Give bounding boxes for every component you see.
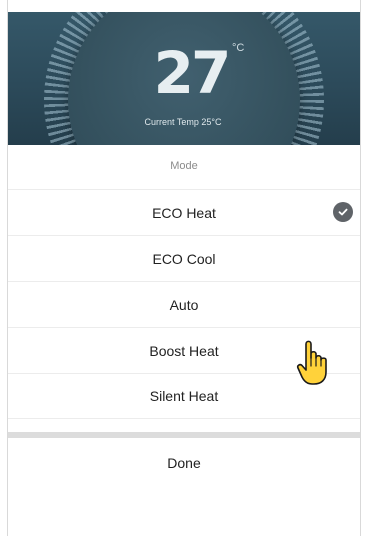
frame-border-right <box>360 0 361 536</box>
mode-option-eco-cool[interactable]: ECO Cool <box>8 235 360 281</box>
mode-option-label: ECO Heat <box>152 204 216 221</box>
checkmark-circle-icon <box>333 202 353 222</box>
action-separator <box>8 432 360 438</box>
done-button[interactable]: Done <box>8 443 360 483</box>
current-temperature-label: Current Temp 25°C <box>144 117 222 127</box>
mode-option-label: Auto <box>169 296 199 313</box>
hand-pointer-icon <box>296 340 327 385</box>
mode-option-label: ECO Cool <box>152 250 216 267</box>
mode-option-auto[interactable]: Auto <box>8 281 360 327</box>
mode-picker-title: Mode <box>170 160 198 172</box>
mode-option-label: Boost Heat <box>149 342 219 359</box>
temperature-unit: °C <box>232 42 245 54</box>
thermostat-header: 27 °C Current Temp 25°C <box>8 12 360 145</box>
mode-option-eco-heat[interactable]: ECO Heat <box>8 189 360 235</box>
mode-option-label: Silent Heat <box>149 388 219 404</box>
setpoint-temperature: 27 <box>153 39 232 107</box>
